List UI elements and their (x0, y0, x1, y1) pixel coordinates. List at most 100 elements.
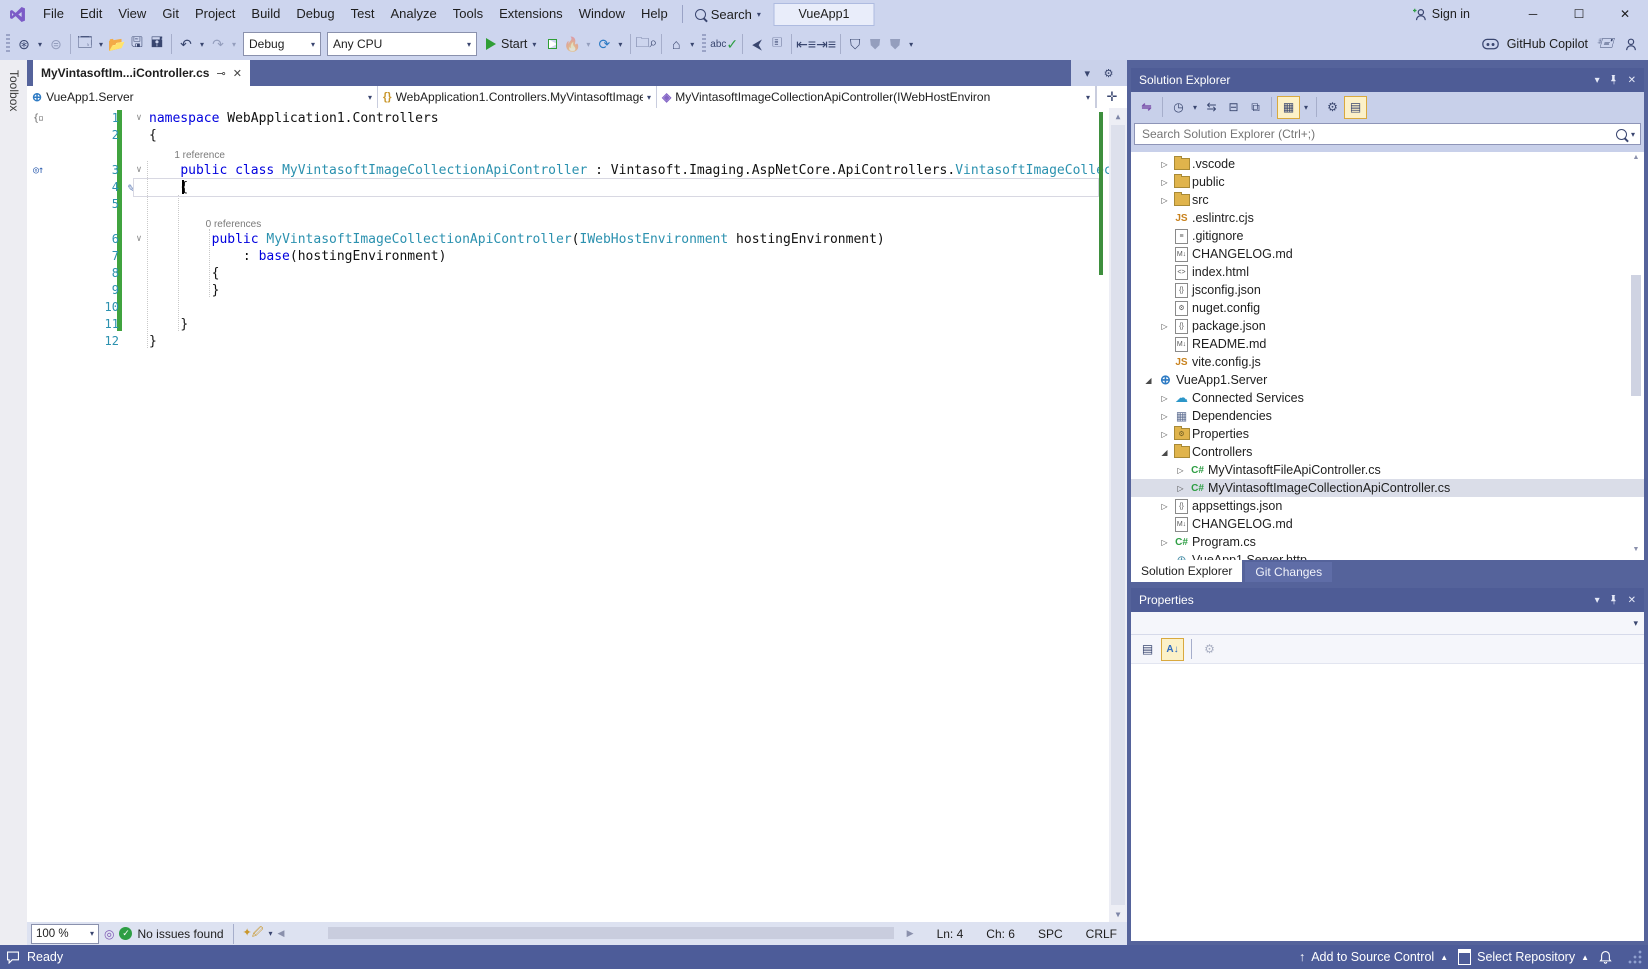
select-repository-button[interactable]: Select Repository ▲ (1458, 949, 1589, 965)
tab-solution-explorer[interactable]: Solution Explorer (1131, 560, 1243, 582)
pin-icon[interactable] (1609, 595, 1619, 605)
tree-item-appsettings-json[interactable]: ▷{} appsettings.json (1131, 497, 1644, 515)
solution-platform-combo[interactable]: Any CPU ▾ (327, 32, 477, 56)
menu-extensions[interactable]: Extensions (491, 0, 571, 28)
window-position-icon[interactable]: ▾ (1595, 595, 1600, 606)
tree-item-dependencies[interactable]: ▷ ▦ Dependencies (1131, 407, 1644, 425)
add-to-source-control-button[interactable]: ↑ Add to Source Control ▲ (1299, 950, 1448, 964)
menu-project[interactable]: Project (187, 0, 243, 28)
undo-icon[interactable]: ↶ (176, 33, 196, 55)
chevron-down-icon[interactable]: ▾ (196, 33, 208, 55)
increase-indent-icon[interactable]: ⇥≡ (816, 33, 836, 55)
chevron-down-icon[interactable]: ▾ (1301, 97, 1311, 118)
window-position-icon[interactable]: ▾ (1595, 75, 1600, 86)
scrollbar-thumb[interactable] (327, 927, 894, 939)
select-pointer-icon[interactable]: ⮜ (747, 33, 767, 55)
scroll-right-icon[interactable]: ▶ (907, 928, 914, 939)
properties-wrench-icon[interactable]: ⚙ (1322, 97, 1343, 118)
sign-in-button[interactable]: Sign in (1412, 7, 1470, 21)
chevron-down-icon[interactable]: ▾ (1631, 130, 1635, 139)
github-copilot-icon[interactable] (1481, 38, 1499, 51)
project-dropdown[interactable]: ⊕ VueApp1.Server ▾ (27, 86, 378, 108)
solution-explorer-title-bar[interactable]: Solution Explorer ▾ ✕ (1131, 68, 1644, 92)
share-feedback-icon[interactable]: 🖅 (1596, 33, 1616, 55)
sync-with-active-document-icon[interactable]: ⇆ (1201, 97, 1222, 118)
menu-view[interactable]: View (110, 0, 154, 28)
scroll-up-icon[interactable]: ▲ (1629, 154, 1643, 166)
close-panel-icon[interactable]: ✕ (1628, 75, 1636, 86)
menu-debug[interactable]: Debug (288, 0, 342, 28)
maximize-button[interactable]: ☐ (1556, 0, 1602, 28)
github-copilot-label[interactable]: GitHub Copilot (1507, 37, 1588, 51)
property-pages-wrench-icon[interactable]: ⚙ (1199, 639, 1220, 660)
code-cleanup-icon[interactable]: ✦🖉 (243, 924, 264, 943)
member-dropdown[interactable]: ◈ MyVintasoftImageCollectionApiControlle… (657, 86, 1096, 108)
solution-configuration-combo[interactable]: Debug ▾ (243, 32, 321, 56)
menu-help[interactable]: Help (633, 0, 676, 28)
expander-icon[interactable]: ▷ (1157, 178, 1172, 187)
editor-options-gear-icon[interactable]: ⚙ (1104, 67, 1114, 80)
menu-file[interactable]: File (35, 0, 72, 28)
restart-application-icon[interactable]: ⟳ (594, 33, 614, 55)
tree-item-changelog-md[interactable]: M↓ CHANGELOG.md (1131, 515, 1644, 533)
categorized-view-icon[interactable]: ▤ (1137, 639, 1158, 660)
tree-item-readme-md[interactable]: M↓ README.md (1131, 335, 1644, 353)
chevron-down-icon[interactable]: ▾ (95, 33, 107, 55)
start-debug-button[interactable]: Start ▾ (480, 32, 542, 56)
fold-collapse-icon[interactable]: ∨ (129, 231, 149, 248)
tree-item-properties[interactable]: ▷ ⚙ Properties (1131, 425, 1644, 443)
spell-check-icon[interactable]: abc ✓ (710, 33, 738, 55)
document-tab[interactable]: MyVintasoftIm...iController.cs ⊸ ✕ (33, 60, 250, 86)
open-file-icon[interactable]: 📂 (107, 33, 127, 55)
tree-item-vueapp1-server-http[interactable]: ⊕ VueApp1.Server.http (1131, 551, 1644, 560)
chevron-down-icon[interactable]: ▾ (228, 33, 240, 55)
preview-pages-icon[interactable]: ⧉ (1245, 97, 1266, 118)
tree-item-myvintasoftimagecollectionapicontroller-cs[interactable]: ▷ C# MyVintasoftImageCollectionApiControll… (1131, 479, 1644, 497)
scroll-down-icon[interactable]: ▼ (1629, 546, 1643, 558)
new-project-icon[interactable]: 🗔 (75, 33, 95, 55)
tree-item-program-cs[interactable]: ▷ C# Program.cs (1131, 533, 1644, 551)
tree-item--vscode[interactable]: ▷ .vscode (1131, 155, 1644, 173)
tree-vertical-scrollbar[interactable]: ▲ ▼ (1629, 154, 1643, 558)
preview-selected-items-icon[interactable]: ▤ (1344, 95, 1367, 119)
toggle-bookmark-icon[interactable]: ⛉ (845, 33, 865, 55)
expander-icon[interactable]: ◢ (1141, 376, 1156, 385)
next-bookmark-icon[interactable]: ⛊ (885, 33, 905, 55)
feedback-bubble-icon[interactable] (6, 951, 20, 964)
tree-item-src[interactable]: ▷ src (1131, 191, 1644, 209)
format-selection-icon[interactable]: 🗉 (767, 33, 787, 55)
menu-git[interactable]: Git (154, 0, 187, 28)
minimize-button[interactable]: ─ (1510, 0, 1556, 28)
chevron-down-icon[interactable]: ▾ (34, 33, 46, 55)
tree-item-jsconfig-json[interactable]: {} jsconfig.json (1131, 281, 1644, 299)
save-all-icon[interactable]: 🖬 (147, 33, 167, 55)
scrollbar-thumb[interactable] (1111, 125, 1125, 905)
chevron-down-icon[interactable]: ▾ (269, 929, 273, 938)
expander-icon[interactable]: ▷ (1157, 394, 1172, 403)
code-editor[interactable]: {▫ 1 ∨ namespace WebApplication1.Controller… (27, 108, 1127, 922)
chevron-down-icon[interactable]: ▾ (614, 33, 626, 55)
start-without-debugging-icon[interactable] (542, 33, 562, 55)
collapse-all-icon[interactable]: ⊟ (1223, 97, 1244, 118)
navigate-forward-icon[interactable]: ⊜ (46, 33, 66, 55)
redo-icon[interactable]: ↷ (208, 33, 228, 55)
scroll-up-icon[interactable]: ▲ (1109, 108, 1127, 124)
hot-reload-icon[interactable]: 🔥 (562, 33, 582, 55)
editor-health-icon[interactable]: ◎ (104, 927, 114, 941)
type-dropdown[interactable]: {} WebApplication1.Controllers.MyVintaso… (378, 86, 657, 108)
properties-title-bar[interactable]: Properties ▾ ✕ (1131, 588, 1644, 612)
scrollbar-thumb[interactable] (1631, 275, 1641, 397)
save-icon[interactable]: 🖫 (127, 33, 147, 55)
expander-icon[interactable]: ▷ (1157, 502, 1172, 511)
tree-item-public[interactable]: ▷ public (1131, 173, 1644, 191)
properties-object-combo[interactable]: ▾ (1131, 612, 1644, 635)
expander-icon[interactable]: ▷ (1157, 160, 1172, 169)
notifications-bell-icon[interactable] (1599, 950, 1612, 964)
menu-analyze[interactable]: Analyze (382, 0, 444, 28)
tree-item--eslintrc-cjs[interactable]: JS .eslintrc.cjs (1131, 209, 1644, 227)
decrease-indent-icon[interactable]: ⇤≡ (796, 33, 816, 55)
close-button[interactable]: ✕ (1602, 0, 1648, 28)
pin-icon[interactable] (1609, 75, 1619, 85)
toolbar-grip[interactable] (702, 34, 707, 54)
tab-git-changes[interactable]: Git Changes (1245, 562, 1333, 582)
